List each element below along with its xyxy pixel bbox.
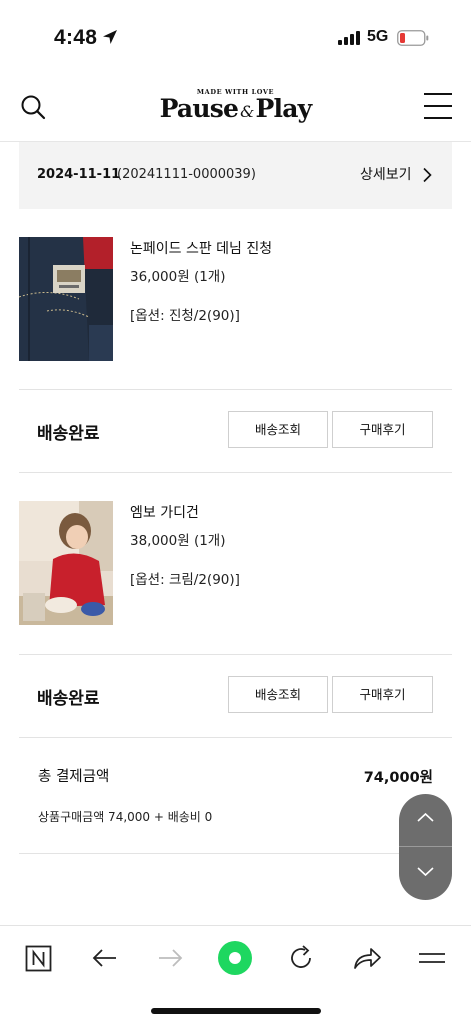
divider bbox=[19, 853, 452, 854]
shipping-status: 배송완료 bbox=[37, 424, 100, 444]
divider bbox=[19, 472, 452, 473]
order-date: 2024-11-11 bbox=[37, 167, 121, 182]
battery-icon bbox=[397, 30, 429, 46]
write-review-button[interactable]: 구매후기 bbox=[332, 411, 433, 448]
order-item[interactable]: 엠보 가디건 38,000원 (1개) [옵션: 크림/2(90)] bbox=[19, 501, 452, 625]
green-dot-icon[interactable] bbox=[217, 940, 253, 976]
product-option: [옵션: 크림/2(90)] bbox=[130, 572, 240, 588]
total-label: 총 결제금액 bbox=[38, 769, 110, 785]
menu-icon[interactable] bbox=[414, 940, 450, 976]
scroll-up-icon[interactable] bbox=[399, 794, 452, 846]
shipping-status: 배송완료 bbox=[37, 689, 100, 709]
location-arrow-icon bbox=[103, 30, 117, 44]
product-price: 38,000원 (1개) bbox=[130, 533, 226, 549]
reload-icon[interactable] bbox=[283, 940, 319, 976]
signal-icon bbox=[338, 31, 362, 45]
naver-n-icon[interactable] bbox=[21, 940, 57, 976]
track-shipment-button[interactable]: 배송조회 bbox=[228, 676, 328, 713]
site-header: MADE WITH LOVE Pause &Play bbox=[0, 72, 471, 142]
scroll-down-icon[interactable] bbox=[399, 847, 452, 899]
shipping-row: 배송완료 배송조회 구매후기 bbox=[19, 655, 452, 737]
logo-left: Pause bbox=[159, 94, 239, 123]
track-shipment-button[interactable]: 배송조회 bbox=[228, 411, 328, 448]
order-detail-link[interactable]: 상세보기 bbox=[360, 164, 412, 184]
status-time: 4:48 bbox=[54, 26, 98, 49]
home-indicator bbox=[151, 1008, 321, 1014]
write-review-button[interactable]: 구매후기 bbox=[332, 676, 433, 713]
product-option: [옵션: 진청/2(90)] bbox=[130, 308, 240, 324]
status-bar: 4:48 5G bbox=[0, 0, 471, 72]
total-amount: 74,000원 bbox=[363, 770, 433, 786]
share-icon[interactable] bbox=[349, 940, 385, 976]
order-number: (20241111-0000039) bbox=[117, 167, 256, 182]
network-type: 5G bbox=[367, 28, 389, 45]
chevron-right-icon[interactable] bbox=[422, 167, 432, 183]
back-arrow-icon[interactable] bbox=[87, 940, 123, 976]
shipping-row: 배송완료 배송조회 구매후기 bbox=[19, 390, 452, 472]
logo-amp: & bbox=[240, 102, 254, 121]
brand-logo[interactable]: Pause &Play bbox=[0, 94, 471, 123]
order-summary-bar: 2024-11-11 (20241111-0000039) 상세보기 bbox=[19, 142, 452, 209]
order-item[interactable]: 논페이드 스판 데님 진청 36,000원 (1개) [옵션: 진청/2(90)… bbox=[19, 237, 452, 361]
product-thumbnail-cardigan[interactable] bbox=[19, 501, 113, 625]
hamburger-icon[interactable] bbox=[424, 93, 452, 120]
total-breakdown: 상품구매금액 74,000 + 배송비 0 bbox=[38, 810, 213, 824]
product-price: 36,000원 (1개) bbox=[130, 269, 226, 285]
scroll-control bbox=[399, 794, 452, 900]
product-name[interactable]: 엠보 가디건 bbox=[130, 502, 199, 522]
product-thumbnail-denim[interactable] bbox=[19, 237, 113, 361]
logo-right: Play bbox=[255, 94, 313, 123]
divider bbox=[19, 737, 452, 738]
product-name[interactable]: 논페이드 스판 데님 진청 bbox=[130, 238, 272, 258]
forward-arrow-icon[interactable] bbox=[152, 940, 188, 976]
